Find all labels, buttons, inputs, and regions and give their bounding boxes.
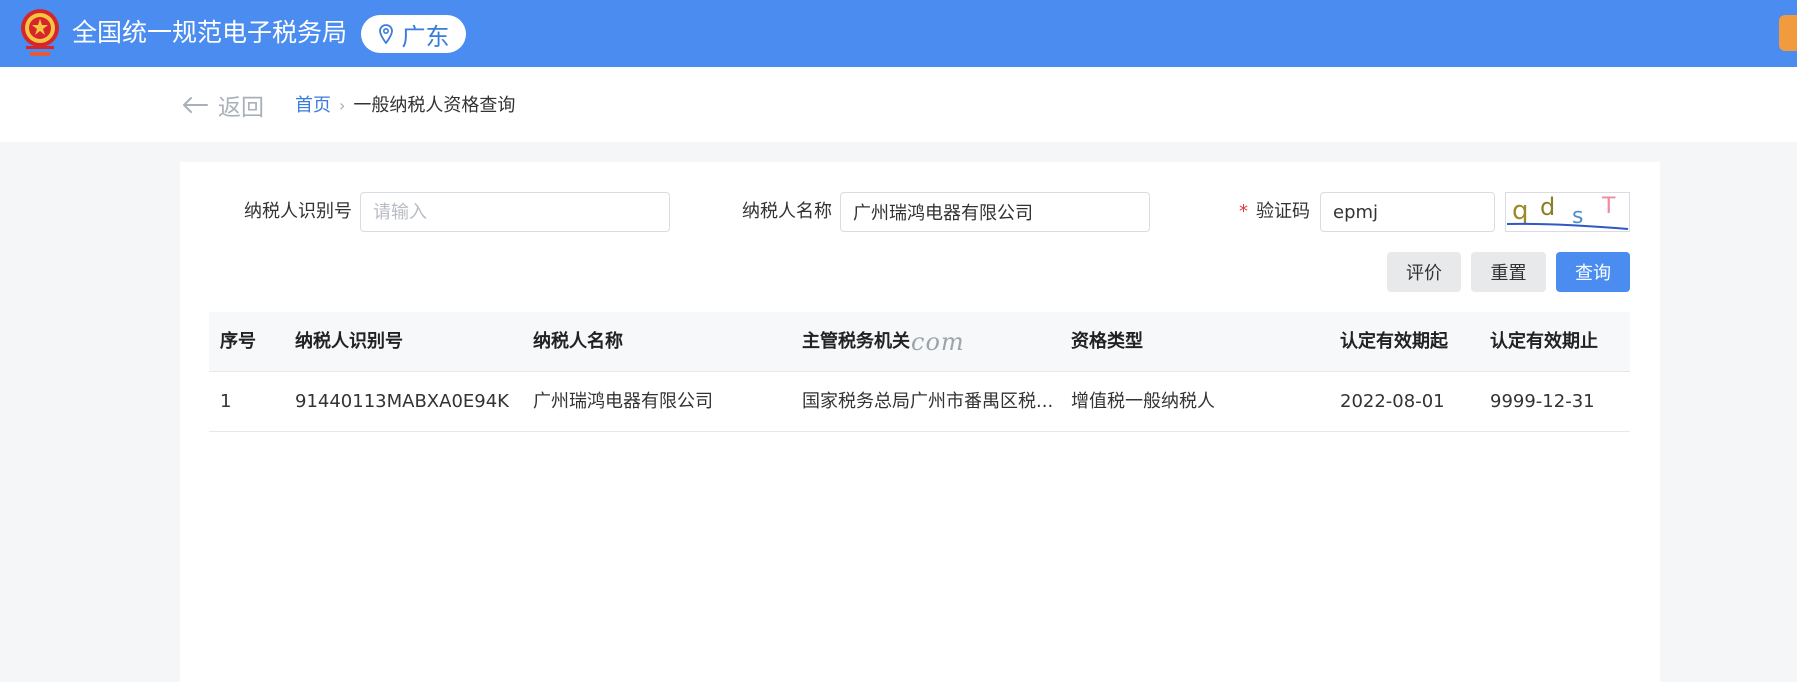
cell-qualification-type: 增值税一般纳税人 xyxy=(1071,391,1215,412)
captcha-label: 验证码 xyxy=(1256,201,1310,222)
captcha-noise-line xyxy=(1506,222,1629,230)
cell-valid-to: 9999-12-31 xyxy=(1490,391,1595,412)
captcha-input[interactable] xyxy=(1320,192,1495,232)
captcha-char-4: T xyxy=(1601,194,1616,219)
breadcrumb-separator: › xyxy=(339,96,346,115)
region-selector[interactable]: 广东 xyxy=(361,15,466,53)
top-header: 全国统一规范电子税务局 广东 xyxy=(0,0,1797,67)
cell-taxpayer-id: 91440113MABXA0E94K xyxy=(295,391,509,412)
column-header-tax-authority: 主管税务机关 xyxy=(802,331,910,352)
captcha-char-2: d xyxy=(1540,193,1555,221)
cell-valid-from: 2022-08-01 xyxy=(1340,391,1445,412)
results-table: 序号 纳税人识别号 纳税人名称 主管税务机关 com 资格类型 认定有效期起 认… xyxy=(209,312,1630,432)
column-header-taxpayer-name: 纳税人名称 xyxy=(533,331,623,352)
side-tab[interactable] xyxy=(1779,15,1797,51)
reset-button[interactable]: 重置 xyxy=(1471,252,1546,292)
location-pin-icon xyxy=(378,24,393,44)
region-label: 广东 xyxy=(401,22,450,51)
arrow-left-icon xyxy=(183,97,208,113)
column-header-taxpayer-id: 纳税人识别号 xyxy=(295,331,403,352)
taxpayer-name-input[interactable] xyxy=(840,192,1150,232)
captcha-label-wrap: * 验证码 xyxy=(1239,200,1310,224)
site-title: 全国统一规范电子税务局 xyxy=(72,18,348,47)
back-label: 返回 xyxy=(218,95,264,121)
query-button[interactable]: 查询 xyxy=(1556,252,1630,292)
column-header-qualification-type: 资格类型 xyxy=(1071,331,1143,352)
table-row: 1 91440113MABXA0E94K 广州瑞鸿电器有限公司 国家税务总局广州… xyxy=(209,372,1630,432)
query-card: 纳税人识别号 纳税人名称 * 验证码 q d s T 评价 重置 查询 序号 纳税… xyxy=(180,162,1660,682)
taxpayer-name-label: 纳税人名称 xyxy=(742,201,832,222)
captcha-image[interactable]: q d s T xyxy=(1505,192,1630,232)
column-header-valid-to: 认定有效期止 xyxy=(1490,331,1598,352)
column-header-valid-from: 认定有效期起 xyxy=(1340,331,1448,352)
required-mark: * xyxy=(1239,201,1248,222)
column-header-index: 序号 xyxy=(220,331,256,352)
back-button[interactable]: 返回 xyxy=(182,89,264,121)
watermark-text: com xyxy=(911,328,965,356)
cell-tax-authority: 国家税务总局广州市番禺区税... xyxy=(802,391,1054,412)
nav-bar: 返回 首页 › 一般纳税人资格查询 xyxy=(0,67,1797,142)
captcha-char-1: q xyxy=(1512,196,1529,226)
cell-taxpayer-name: 广州瑞鸿电器有限公司 xyxy=(533,391,713,412)
national-emblem-icon xyxy=(21,9,59,56)
rate-button[interactable]: 评价 xyxy=(1387,252,1461,292)
captcha-graphic: q d s T xyxy=(1506,193,1629,230)
breadcrumb: 首页 › 一般纳税人资格查询 xyxy=(295,94,515,118)
cell-index: 1 xyxy=(220,391,232,412)
taxpayer-id-input[interactable] xyxy=(360,192,670,232)
breadcrumb-home-link[interactable]: 首页 xyxy=(295,94,331,118)
taxpayer-id-label: 纳税人识别号 xyxy=(244,201,352,222)
breadcrumb-current: 一般纳税人资格查询 xyxy=(353,95,516,116)
table-header: 序号 纳税人识别号 纳税人名称 主管税务机关 com 资格类型 认定有效期起 认… xyxy=(209,312,1630,372)
